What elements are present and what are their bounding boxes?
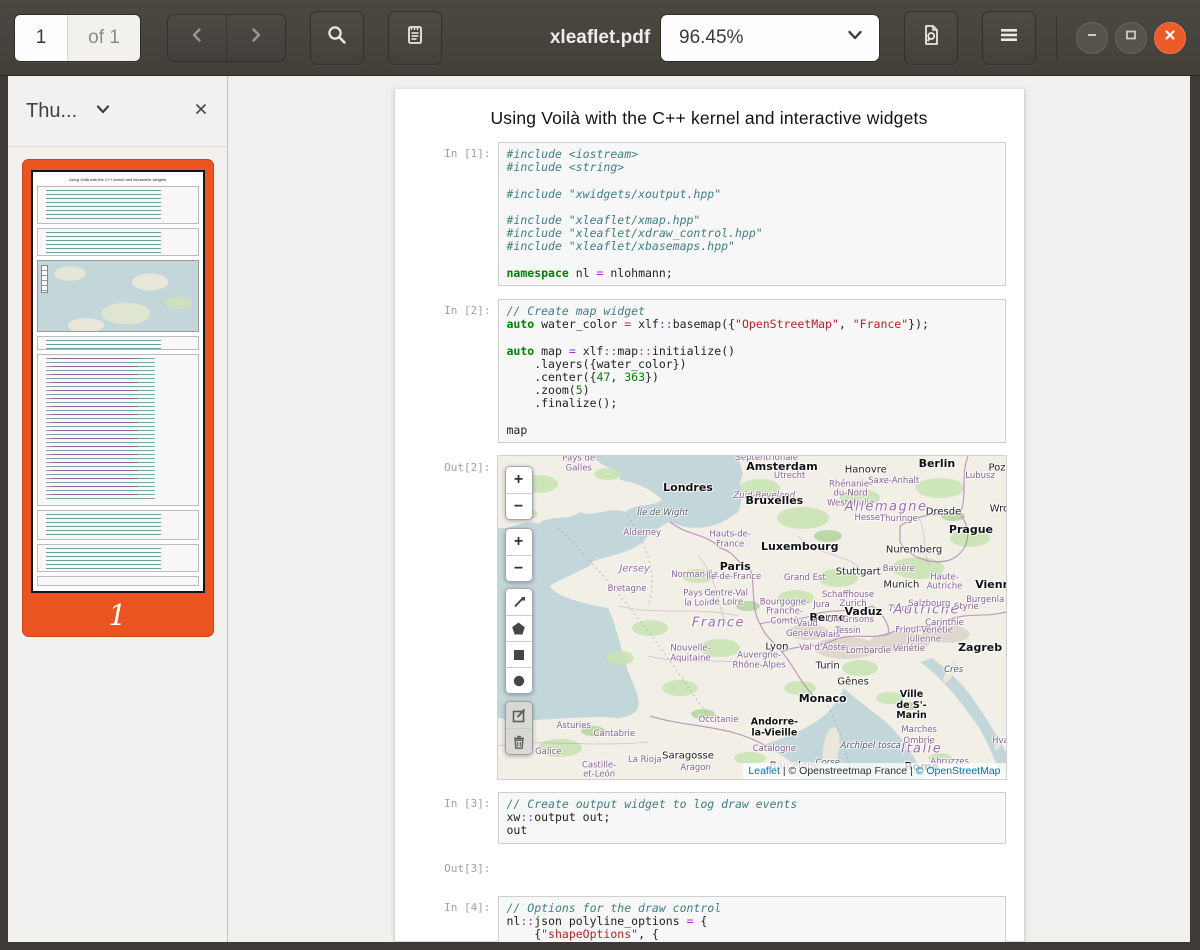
page-nav-group: [167, 14, 286, 62]
pdf-viewer-window: 1 of 1 xleaflet.pdf 96.45%: [0, 0, 1200, 950]
thumbnail-mini-map: [37, 260, 199, 332]
map-controls: + − + −: [505, 466, 533, 755]
page-number-input[interactable]: 1: [15, 15, 68, 61]
code-cell-1: In [1]: #include <iostream>#include <str…: [395, 142, 1024, 286]
thumbnail-mini-cell: [37, 510, 199, 540]
draw-circle-button[interactable]: [506, 667, 532, 693]
code-cell-2: In [2]: // Create map widgetauto water_c…: [395, 299, 1024, 443]
leaflet-link[interactable]: Leaflet: [748, 765, 780, 777]
close-icon: [1162, 27, 1178, 48]
code-input: // Create output widget to log draw even…: [498, 792, 1006, 844]
attribution-separator: |: [783, 765, 786, 777]
hamburger-icon: [997, 23, 1021, 52]
chevron-left-icon: [186, 24, 208, 51]
sidebar-close-icon[interactable]: [193, 101, 209, 122]
zoom-in-button[interactable]: +: [506, 529, 532, 555]
map-terrain: [498, 456, 1006, 779]
minimize-icon: [1084, 27, 1100, 48]
code-input: // Create map widgetauto water_color = x…: [498, 299, 1006, 443]
sidebar-mode-chevron-icon[interactable]: [93, 99, 113, 124]
sidebar-header: Thu...: [8, 76, 227, 147]
pdf-page: Using Voilà with the C++ kernel and inte…: [394, 89, 1025, 942]
draw-polygon-button[interactable]: [506, 615, 532, 641]
thumbnail-mini-cell: [37, 354, 199, 506]
page-total-label: of 1: [68, 15, 140, 61]
empty-output-cell: Out[3]:: [395, 857, 1024, 883]
search-button[interactable]: [310, 11, 364, 65]
openstreetmap-link[interactable]: © OpenStreetMap: [916, 765, 1001, 777]
delete-layers-button[interactable]: [506, 728, 532, 754]
document-properties-button[interactable]: [904, 11, 958, 65]
sidebar-mode-label[interactable]: Thu...: [26, 100, 77, 123]
code-cell-4: In [4]: // Options for the draw controln…: [395, 896, 1024, 942]
page-number-widget: 1 of 1: [14, 14, 141, 62]
thumbnail-mini-cell: [37, 186, 199, 224]
edit-toolbar: [505, 701, 533, 755]
zoom-in-button[interactable]: +: [506, 467, 532, 493]
cell-prompt: In [2]:: [395, 299, 498, 443]
draw-rectangle-button[interactable]: [506, 641, 532, 667]
cell-prompt: Out[2]:: [395, 456, 498, 779]
osm-france-credit: © Openstreetmap France: [789, 765, 908, 777]
toolbar-separator: [1056, 15, 1057, 61]
minimize-button[interactable]: [1076, 22, 1108, 54]
attribution-separator: |: [910, 765, 913, 777]
code-input: // Options for the draw controlnl::json …: [498, 896, 1006, 942]
zoom-out-button[interactable]: −: [506, 493, 532, 519]
zoom-control-2: + −: [505, 528, 533, 582]
zoom-level-dropdown[interactable]: 96.45%: [660, 14, 880, 62]
map-output-cell: Out[2]:: [395, 456, 1024, 779]
cell-prompt: In [1]:: [395, 142, 498, 286]
header-bar: 1 of 1 xleaflet.pdf 96.45%: [0, 0, 1200, 76]
notebook-title: Using Voilà with the C++ kernel and inte…: [395, 108, 1024, 129]
maximize-icon: [1123, 27, 1139, 48]
main-content: Thu... Using Voilà with the C++ kernel a…: [0, 76, 1200, 950]
menu-button[interactable]: [982, 11, 1036, 65]
thumbnail-page-1[interactable]: Using Voilà with the C++ kernel and inte…: [22, 159, 214, 637]
note-icon: [403, 23, 427, 52]
thumbnails-sidebar: Thu... Using Voilà with the C++ kernel a…: [8, 76, 228, 942]
code-input: #include <iostream>#include <string> #in…: [498, 142, 1006, 286]
cell-prompt: Out[3]:: [395, 857, 498, 883]
map-attribution: Leaflet | © Openstreetmap France | © Ope…: [743, 763, 1005, 779]
next-page-button[interactable]: [226, 15, 285, 61]
chevron-right-icon: [245, 24, 267, 51]
thumbnail-mini-cell: [37, 544, 199, 572]
zoom-control: + −: [505, 466, 533, 520]
edit-layers-button[interactable]: [506, 702, 532, 728]
thumbnail-mini-title: Using Voilà with the C++ kernel and inte…: [37, 177, 199, 182]
thumbnail-mini-cell: [37, 228, 199, 256]
thumbnail-page-preview: Using Voilà with the C++ kernel and inte…: [31, 170, 205, 593]
cell-prompt: In [4]:: [395, 896, 498, 942]
annotations-button[interactable]: [388, 11, 442, 65]
cell-prompt: In [3]:: [395, 792, 498, 844]
chevron-down-icon: [845, 25, 865, 50]
previous-page-button[interactable]: [168, 15, 226, 61]
leaflet-map[interactable]: Pays de GallesSeptentrionaleAmsterdamHan…: [498, 456, 1006, 779]
thumbnail-page-number: 1: [22, 593, 214, 637]
code-cell-3: In [3]: // Create output widget to log d…: [395, 792, 1024, 844]
close-button[interactable]: [1154, 22, 1186, 54]
document-view[interactable]: Using Voilà with the C++ kernel and inte…: [228, 76, 1190, 942]
thumbnails-list: Using Voilà with the C++ kernel and inte…: [8, 147, 227, 942]
draw-polyline-button[interactable]: [506, 589, 532, 615]
thumbnail-mini-cell: [37, 336, 199, 350]
document-magnifier-icon: [919, 23, 943, 52]
thumbnail-mini-cell: [37, 576, 199, 586]
zoom-out-button[interactable]: −: [506, 555, 532, 581]
maximize-button[interactable]: [1115, 22, 1147, 54]
zoom-level-value: 96.45%: [679, 27, 819, 49]
search-icon: [325, 23, 349, 52]
draw-toolbar: [505, 588, 533, 694]
